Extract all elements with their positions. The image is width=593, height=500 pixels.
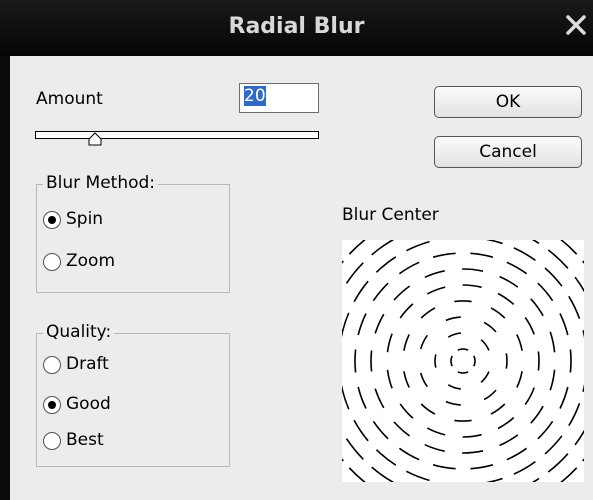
- blur-center-label: Blur Center: [342, 205, 439, 225]
- cancel-button[interactable]: Cancel: [434, 136, 582, 168]
- radio-circle: [43, 396, 61, 414]
- close-icon[interactable]: [562, 10, 590, 40]
- quality-group: Quality: Draft Good Best: [36, 322, 230, 467]
- radio-best-label: Best: [66, 430, 104, 450]
- radio-good-label: Good: [66, 394, 111, 414]
- radio-selected-dot: [48, 401, 56, 409]
- blur-method-group: Blur Method: Spin Zoom: [36, 173, 230, 293]
- amount-value: 20: [244, 86, 266, 106]
- spin-pattern-graphic: [306, 204, 593, 500]
- radio-circle: [43, 253, 61, 271]
- quality-legend: Quality:: [43, 322, 115, 342]
- radio-circle: [43, 211, 61, 229]
- dialog-body: Amount 20 OK Cancel Blur Method: Spin Zo…: [10, 56, 593, 500]
- amount-slider-track[interactable]: [35, 131, 319, 139]
- ok-button[interactable]: OK: [434, 86, 582, 118]
- radio-circle: [43, 432, 61, 450]
- radial-blur-dialog: Radial Blur Amount 20 OK Cancel Blur Met…: [0, 0, 593, 500]
- radio-zoom-label: Zoom: [66, 251, 116, 271]
- amount-input[interactable]: 20: [239, 83, 319, 113]
- blur-center-preview[interactable]: [306, 204, 593, 500]
- amount-label: Amount: [36, 89, 103, 109]
- radio-selected-dot: [48, 216, 56, 224]
- amount-slider-thumb[interactable]: [88, 132, 102, 146]
- title-bar[interactable]: Radial Blur: [0, 0, 593, 56]
- radio-draft-label: Draft: [66, 354, 109, 374]
- dialog-title: Radial Blur: [228, 14, 365, 39]
- radio-circle: [43, 356, 61, 374]
- blur-method-legend: Blur Method:: [43, 173, 159, 193]
- radio-spin-label: Spin: [66, 209, 104, 229]
